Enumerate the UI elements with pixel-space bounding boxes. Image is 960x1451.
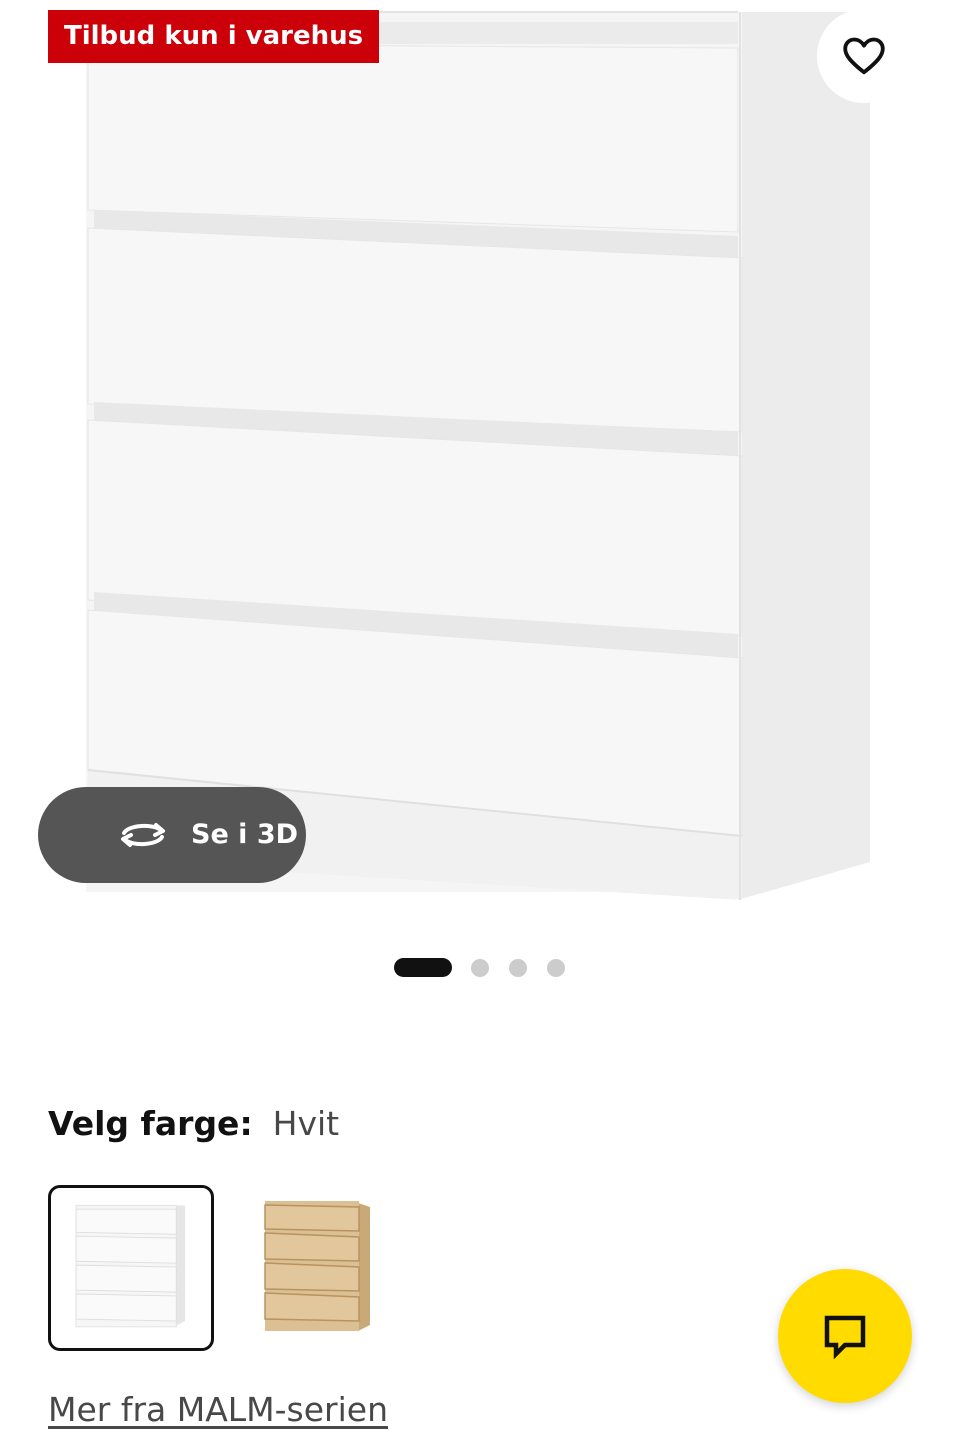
carousel-dot[interactable] (547, 959, 565, 977)
color-swatch-oak[interactable] (234, 1185, 400, 1351)
color-picker-label: Velg farge: (48, 1104, 253, 1143)
more-from-series-link[interactable]: Mer fra MALM-serien (48, 1390, 388, 1429)
chat-bubble-icon (824, 1315, 866, 1360)
favourite-button[interactable] (817, 9, 911, 103)
selected-color-value: Hvit (272, 1104, 340, 1143)
heart-outline-icon (843, 37, 885, 75)
color-picker-heading: Velg farge: Hvit (48, 1104, 339, 1154)
view-in-3d-button[interactable]: Se i 3D (38, 787, 306, 883)
carousel-dot-active[interactable] (394, 958, 452, 977)
carousel-dot[interactable] (471, 959, 489, 977)
product-image-gallery[interactable]: Tilbud kun i varehus Se i 3D (0, 0, 960, 940)
offer-badge: Tilbud kun i varehus (48, 10, 380, 63)
view-in-3d-label: Se i 3D (191, 819, 299, 850)
color-swatch-white[interactable] (48, 1185, 214, 1351)
carousel-dot[interactable] (509, 959, 527, 977)
rotate-arrows-icon (121, 823, 165, 847)
oak-dresser-thumbnail (264, 1201, 370, 1331)
product-page: Tilbud kun i varehus Se i 3D Velg farge:… (0, 0, 960, 1451)
white-dresser-thumbnail (75, 1204, 185, 1328)
chat-button[interactable] (778, 1269, 912, 1403)
carousel-indicator (0, 957, 960, 979)
